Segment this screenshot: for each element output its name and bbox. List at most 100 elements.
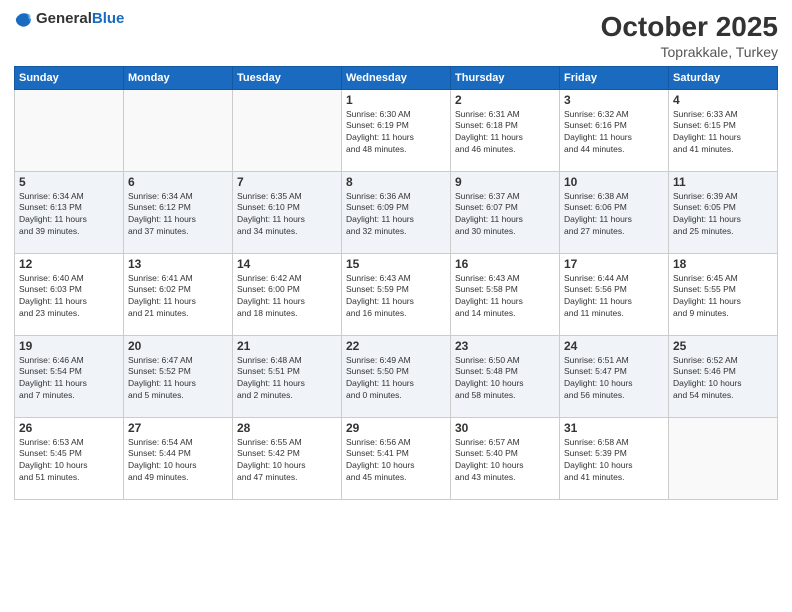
day-info: Sunrise: 6:45 AMSunset: 5:55 PMDaylight:… [673,273,773,321]
day-number: 7 [237,175,337,189]
calendar-cell: 11 Sunrise: 6:39 AMSunset: 6:05 PMDayligh… [669,171,778,253]
day-number: 21 [237,339,337,353]
location-heading: Toprakkale, Turkey [601,44,778,60]
day-info: Sunrise: 6:52 AMSunset: 5:46 PMDaylight:… [673,355,773,403]
day-info: Sunrise: 6:37 AMSunset: 6:07 PMDaylight:… [455,191,555,239]
month-title: October 2025 Toprakkale, Turkey [601,10,778,60]
calendar-cell: 7 Sunrise: 6:35 AMSunset: 6:10 PMDaylight… [233,171,342,253]
calendar-cell: 24 Sunrise: 6:51 AMSunset: 5:47 PMDayligh… [560,335,669,417]
calendar-week-2: 5 Sunrise: 6:34 AMSunset: 6:13 PMDaylight… [15,171,778,253]
day-number: 24 [564,339,664,353]
day-number: 29 [346,421,446,435]
calendar-cell: 23Sunrise: 6:50 AMSunset: 5:48 PMDayligh… [451,335,560,417]
logo-icon [14,10,32,28]
header-wednesday: Wednesday [342,66,451,89]
calendar-cell: 2Sunrise: 6:31 AMSunset: 6:18 PMDaylight… [451,89,560,171]
day-info: Sunrise: 6:53 AMSunset: 5:45 PMDaylight:… [19,437,119,485]
day-info: Sunrise: 6:56 AMSunset: 5:41 PMDaylight:… [346,437,446,485]
calendar-cell: 1Sunrise: 6:30 AMSunset: 6:19 PMDaylight… [342,89,451,171]
calendar-cell: 9 Sunrise: 6:37 AMSunset: 6:07 PMDaylight… [451,171,560,253]
calendar-cell: 26Sunrise: 6:53 AMSunset: 5:45 PMDayligh… [15,417,124,499]
day-info: Sunrise: 6:58 AMSunset: 5:39 PMDaylight:… [564,437,664,485]
header-thursday: Thursday [451,66,560,89]
calendar-cell: 15 Sunrise: 6:43 AMSunset: 5:59 PMDayligh… [342,253,451,335]
day-number: 8 [346,175,446,189]
calendar-cell: 25 Sunrise: 6:52 AMSunset: 5:46 PMDayligh… [669,335,778,417]
calendar-table: Sunday Monday Tuesday Wednesday Thursday… [14,66,778,500]
day-info: Sunrise: 6:34 AMSunset: 6:12 PMDaylight:… [128,191,228,239]
calendar-cell: 31 Sunrise: 6:58 AMSunset: 5:39 PMDayligh… [560,417,669,499]
day-number: 19 [19,339,119,353]
calendar-week-3: 12Sunrise: 6:40 AMSunset: 6:03 PMDayligh… [15,253,778,335]
day-number: 13 [128,257,228,271]
calendar-cell: 20Sunrise: 6:47 AMSunset: 5:52 PMDayligh… [124,335,233,417]
calendar-cell: 28Sunrise: 6:55 AMSunset: 5:42 PMDayligh… [233,417,342,499]
day-info: Sunrise: 6:38 AMSunset: 6:06 PMDaylight:… [564,191,664,239]
day-number: 14 [237,257,337,271]
day-number: 18 [673,257,773,271]
header-monday: Monday [124,66,233,89]
day-info: Sunrise: 6:55 AMSunset: 5:42 PMDaylight:… [237,437,337,485]
day-number: 22 [346,339,446,353]
day-info: Sunrise: 6:43 AMSunset: 5:59 PMDaylight:… [346,273,446,321]
day-number: 11 [673,175,773,189]
day-number: 17 [564,257,664,271]
calendar-cell: 27 Sunrise: 6:54 AMSunset: 5:44 PMDayligh… [124,417,233,499]
calendar-cell [15,89,124,171]
day-number: 31 [564,421,664,435]
day-number: 10 [564,175,664,189]
day-number: 20 [128,339,228,353]
calendar-cell: 8 Sunrise: 6:36 AMSunset: 6:09 PMDaylight… [342,171,451,253]
calendar-cell [233,89,342,171]
calendar-cell: 10 Sunrise: 6:38 AMSunset: 6:06 PMDayligh… [560,171,669,253]
day-info: Sunrise: 6:48 AMSunset: 5:51 PMDaylight:… [237,355,337,403]
day-info: Sunrise: 6:49 AMSunset: 5:50 PMDaylight:… [346,355,446,403]
day-number: 27 [128,421,228,435]
calendar-cell: 16Sunrise: 6:43 AMSunset: 5:58 PMDayligh… [451,253,560,335]
header: General Blue October 2025 Toprakkale, Tu… [14,10,778,60]
day-info: Sunrise: 6:39 AMSunset: 6:05 PMDaylight:… [673,191,773,239]
day-number: 15 [346,257,446,271]
calendar-cell [669,417,778,499]
day-number: 30 [455,421,555,435]
calendar-cell: 14 Sunrise: 6:42 AMSunset: 6:00 PMDayligh… [233,253,342,335]
day-number: 1 [346,93,446,107]
calendar-cell: 22 Sunrise: 6:49 AMSunset: 5:50 PMDayligh… [342,335,451,417]
day-info: Sunrise: 6:32 AMSunset: 6:16 PMDaylight:… [564,109,664,157]
day-info: Sunrise: 6:46 AMSunset: 5:54 PMDaylight:… [19,355,119,403]
logo: General Blue [14,10,124,28]
calendar-cell: 30Sunrise: 6:57 AMSunset: 5:40 PMDayligh… [451,417,560,499]
calendar-cell: 5 Sunrise: 6:34 AMSunset: 6:13 PMDaylight… [15,171,124,253]
day-number: 3 [564,93,664,107]
header-saturday: Saturday [669,66,778,89]
calendar-cell [124,89,233,171]
calendar-cell: 3 Sunrise: 6:32 AMSunset: 6:16 PMDaylight… [560,89,669,171]
day-number: 25 [673,339,773,353]
header-sunday: Sunday [15,66,124,89]
day-info: Sunrise: 6:36 AMSunset: 6:09 PMDaylight:… [346,191,446,239]
day-info: Sunrise: 6:33 AMSunset: 6:15 PMDaylight:… [673,109,773,157]
day-info: Sunrise: 6:41 AMSunset: 6:02 PMDaylight:… [128,273,228,321]
calendar-cell: 18 Sunrise: 6:45 AMSunset: 5:55 PMDayligh… [669,253,778,335]
day-number: 5 [19,175,119,189]
header-tuesday: Tuesday [233,66,342,89]
calendar-cell: 13 Sunrise: 6:41 AMSunset: 6:02 PMDayligh… [124,253,233,335]
day-number: 16 [455,257,555,271]
day-info: Sunrise: 6:40 AMSunset: 6:03 PMDaylight:… [19,273,119,321]
calendar-page: General Blue October 2025 Toprakkale, Tu… [0,0,792,612]
day-info: Sunrise: 6:42 AMSunset: 6:00 PMDaylight:… [237,273,337,321]
calendar-cell: 17 Sunrise: 6:44 AMSunset: 5:56 PMDayligh… [560,253,669,335]
calendar-week-1: 1Sunrise: 6:30 AMSunset: 6:19 PMDaylight… [15,89,778,171]
day-info: Sunrise: 6:51 AMSunset: 5:47 PMDaylight:… [564,355,664,403]
day-info: Sunrise: 6:50 AMSunset: 5:48 PMDaylight:… [455,355,555,403]
month-heading: October 2025 [601,10,778,44]
day-info: Sunrise: 6:34 AMSunset: 6:13 PMDaylight:… [19,191,119,239]
day-info: Sunrise: 6:54 AMSunset: 5:44 PMDaylight:… [128,437,228,485]
calendar-cell: 29 Sunrise: 6:56 AMSunset: 5:41 PMDayligh… [342,417,451,499]
day-info: Sunrise: 6:35 AMSunset: 6:10 PMDaylight:… [237,191,337,239]
calendar-cell: 21 Sunrise: 6:48 AMSunset: 5:51 PMDayligh… [233,335,342,417]
day-info: Sunrise: 6:44 AMSunset: 5:56 PMDaylight:… [564,273,664,321]
logo-text: General Blue [36,11,124,28]
day-number: 9 [455,175,555,189]
calendar-cell: 12Sunrise: 6:40 AMSunset: 6:03 PMDayligh… [15,253,124,335]
